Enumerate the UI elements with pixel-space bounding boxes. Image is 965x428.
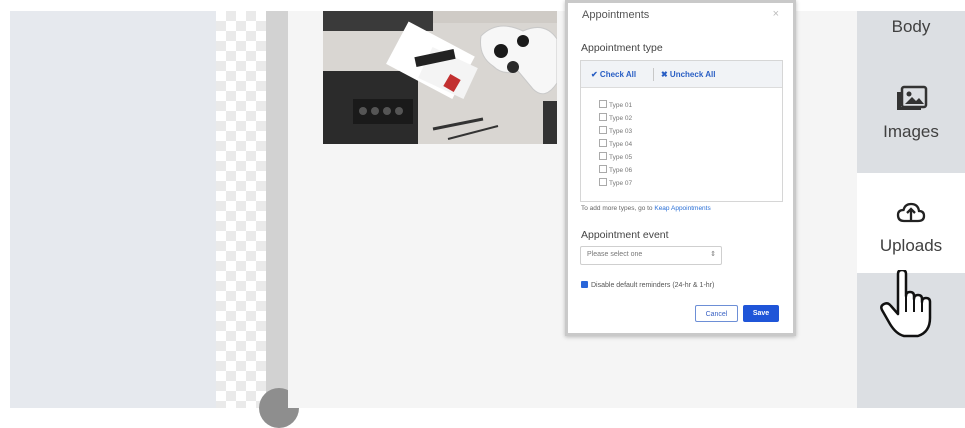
checkbox[interactable] <box>599 165 607 173</box>
type-label: Type 04 <box>609 141 633 148</box>
right-sidebar: Body Images Uploads <box>857 11 965 408</box>
divider <box>653 68 654 81</box>
sidebar-item-body[interactable]: Body <box>857 17 965 37</box>
select-arrow-icon: ⇕ <box>710 251 716 258</box>
left-panel <box>10 11 216 408</box>
type-checkbox-row[interactable]: Type 05 <box>599 152 632 161</box>
type-label: Type 01 <box>609 102 633 109</box>
appointment-type-list: ✔ Check All ✖ Uncheck All Type 01 Type 0… <box>580 60 783 202</box>
transparent-background-area <box>216 11 266 408</box>
type-label: Type 03 <box>609 128 633 135</box>
appointment-type-label: Appointment type <box>581 42 663 54</box>
disable-reminders-option[interactable]: Disable default reminders (24-hr & 1-hr) <box>581 281 714 289</box>
sidebar-item-label: Images <box>883 122 939 141</box>
checkbox[interactable] <box>599 100 607 108</box>
cloud-upload-icon <box>857 173 965 230</box>
checkbox[interactable] <box>599 178 607 186</box>
type-checkbox-row[interactable]: Type 01 <box>599 100 632 109</box>
select-value: Please select one <box>587 251 643 258</box>
reminder-label: Disable default reminders (24-hr & 1-hr) <box>591 282 715 289</box>
close-icon[interactable]: × <box>773 8 779 20</box>
checkbox[interactable] <box>599 126 607 134</box>
disable-reminders-checkbox[interactable] <box>581 281 588 288</box>
cancel-button[interactable]: Cancel <box>695 305 738 322</box>
top-bar <box>0 0 965 11</box>
add-types-hint: To add more types, go to Keap Appointmen… <box>581 205 711 212</box>
product-photo[interactable] <box>323 11 557 144</box>
keap-appointments-link[interactable]: Keap Appointments <box>654 205 710 212</box>
hint-text: To add more types, go to <box>581 205 655 212</box>
type-label: Type 02 <box>609 115 633 122</box>
check-all-button[interactable]: ✔ Check All <box>591 70 636 79</box>
checkbox[interactable] <box>599 113 607 121</box>
type-checkbox-row[interactable]: Type 02 <box>599 113 632 122</box>
type-checkbox-row[interactable]: Type 04 <box>599 139 632 148</box>
sidebar-item-label: Body <box>891 17 931 36</box>
dialog-title: Appointments <box>582 9 650 21</box>
left-gutter <box>0 11 10 408</box>
appointment-event-label: Appointment event <box>581 229 669 241</box>
type-label: Type 06 <box>609 167 633 174</box>
type-checkbox-row[interactable]: Type 03 <box>599 126 632 135</box>
appointments-dialog: Appointments × Appointment type ✔ Check … <box>565 0 796 336</box>
type-label: Type 05 <box>609 154 633 161</box>
type-checkbox-row[interactable]: Type 07 <box>599 178 632 187</box>
sidebar-item-uploads[interactable]: Uploads <box>857 173 965 273</box>
uncheck-all-button[interactable]: ✖ Uncheck All <box>661 70 715 79</box>
sidebar-item-images[interactable]: Images <box>857 83 965 142</box>
checkbox[interactable] <box>599 152 607 160</box>
type-checkbox-row[interactable]: Type 06 <box>599 165 632 174</box>
vertical-scroll-strip[interactable] <box>266 11 288 408</box>
appointment-event-select[interactable]: Please select one ⇕ <box>580 246 722 265</box>
hand-pointer-cursor-icon <box>878 268 940 345</box>
type-label: Type 07 <box>609 180 633 187</box>
images-icon <box>857 83 965 118</box>
save-button[interactable]: Save <box>743 305 779 322</box>
sidebar-item-label: Uploads <box>879 236 943 255</box>
checkbox[interactable] <box>599 139 607 147</box>
type-list-header: ✔ Check All ✖ Uncheck All <box>581 61 782 88</box>
